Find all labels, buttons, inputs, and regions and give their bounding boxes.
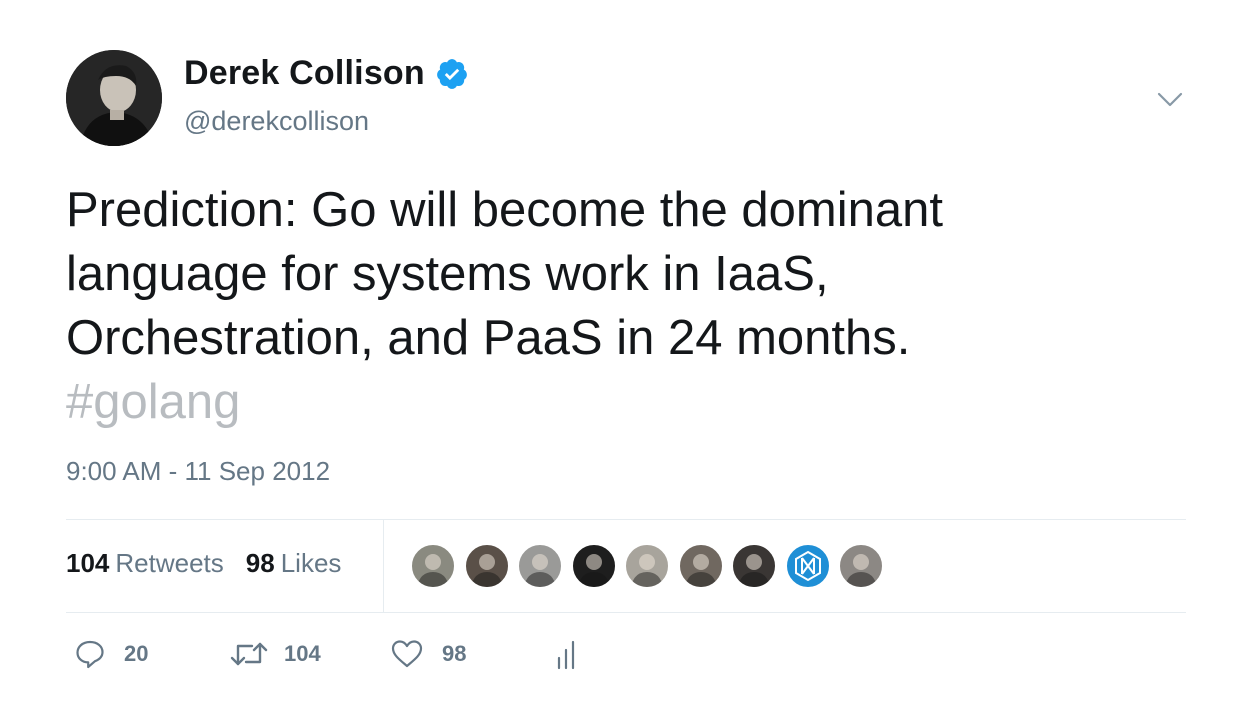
analytics-icon — [557, 640, 575, 670]
tweet-text-line: Prediction: Go will become the dominant — [66, 183, 943, 237]
analytics-button[interactable] — [556, 638, 580, 670]
reply-icon — [76, 640, 104, 669]
likes-count: 98 — [245, 548, 275, 578]
retweet-button[interactable]: 104 — [230, 638, 321, 670]
liker-avatar[interactable] — [570, 543, 617, 589]
likes-stat[interactable]: 98 Likes — [246, 548, 342, 579]
heart-icon — [391, 640, 423, 668]
retweets-count: 104 — [66, 548, 110, 578]
tweet-stats: 104 Retweets 98 Likes — [66, 548, 363, 579]
reply-count: 20 — [124, 641, 149, 666]
tweet-text-line: Orchestration, and PaaS in 24 months. — [66, 311, 911, 365]
hashtag-link[interactable]: #golang — [66, 370, 1186, 434]
divider — [66, 519, 1186, 520]
stats-divider — [383, 519, 384, 612]
like-button[interactable]: 98 — [390, 638, 466, 670]
chevron-down-icon[interactable] — [1155, 88, 1185, 110]
liker-avatar[interactable] — [624, 543, 670, 589]
retweet-icon — [230, 642, 268, 666]
liker-avatar[interactable] — [410, 543, 456, 589]
liker-avatar[interactable] — [517, 543, 563, 589]
retweet-count: 104 — [284, 641, 321, 666]
author-name[interactable]: Derek Collison — [184, 54, 425, 93]
liker-avatars — [410, 543, 892, 589]
tweet-timestamp[interactable]: 9:00 AM - 11 Sep 2012 — [66, 456, 330, 487]
brand-logo-avatar[interactable] — [784, 543, 831, 589]
retweets-stat[interactable]: 104 Retweets — [66, 548, 224, 579]
liker-avatar[interactable] — [731, 543, 777, 589]
author-name-row: Derek Collison — [184, 54, 469, 93]
tweet-text: Prediction: Go will become the dominant … — [66, 178, 1186, 434]
liker-avatar[interactable] — [838, 543, 884, 589]
like-count: 98 — [442, 641, 467, 666]
liker-avatar[interactable] — [463, 543, 510, 589]
likes-label: Likes — [280, 548, 342, 578]
author-avatar[interactable] — [66, 50, 162, 146]
tweet-card: Derek Collison @derekcollison Prediction… — [0, 0, 1256, 728]
author-handle[interactable]: @derekcollison — [184, 106, 369, 137]
retweets-label: Retweets — [115, 548, 224, 578]
tweet-text-line: language for systems work in IaaS, — [66, 247, 829, 301]
liker-avatar[interactable] — [677, 543, 724, 589]
verified-badge-icon — [435, 57, 469, 91]
author-avatar-image — [66, 50, 162, 146]
divider — [66, 612, 1186, 613]
reply-button[interactable]: 20 — [74, 638, 148, 670]
